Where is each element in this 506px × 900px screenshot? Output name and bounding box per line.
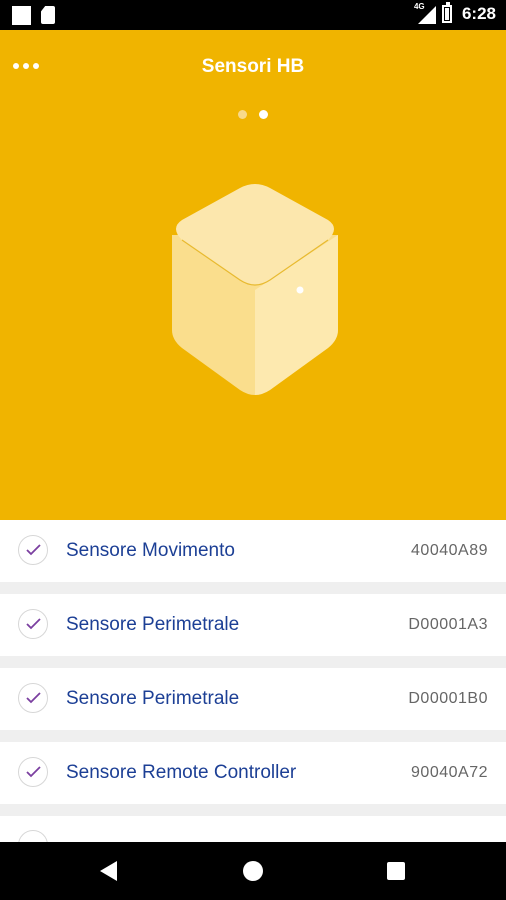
signal-icon: 4G xyxy=(414,2,436,24)
status-bar: 4G 6:28 xyxy=(0,0,506,30)
sensor-name: Sensore Movimento xyxy=(66,540,235,561)
list-item[interactable]: Sensore Perimetrale D00001A3 xyxy=(0,594,506,656)
sensor-name: Sensore Perimetrale xyxy=(66,614,240,635)
page-title: Sensori HB xyxy=(201,56,305,77)
page-dot[interactable] xyxy=(238,110,247,119)
sd-card-icon xyxy=(41,6,55,24)
sensor-name: Sensore Perimetrale xyxy=(66,688,240,709)
list-item[interactable]: Sensore Perimetrale D00001B0 xyxy=(0,668,506,730)
sensor-code: D00001A3 xyxy=(408,616,488,633)
navigation-bar xyxy=(0,842,506,900)
back-icon[interactable] xyxy=(100,861,117,881)
check-circle-icon[interactable] xyxy=(18,757,48,787)
check-circle-icon[interactable] xyxy=(18,609,48,639)
list-item[interactable]: Sensore Remote Controller 90040A72 xyxy=(0,742,506,804)
home-icon[interactable] xyxy=(243,861,263,881)
battery-icon xyxy=(441,2,452,23)
sensor-code: 90040A72 xyxy=(411,764,488,781)
page-dot-active[interactable] xyxy=(259,110,268,119)
sensor-name: Sensore Remote Controller xyxy=(66,762,297,783)
sensor-code: 40040A89 xyxy=(411,542,488,559)
check-circle-icon[interactable] xyxy=(18,683,48,713)
notification-icon xyxy=(12,6,31,25)
sensor-code: D00001B0 xyxy=(408,690,488,707)
list-item[interactable]: Sensore Movimento 40040A89 xyxy=(0,520,506,582)
sensor-list: Sensore Movimento 40040A89 Sensore Perim… xyxy=(0,520,506,860)
header: Sensori HB xyxy=(0,30,506,520)
page-indicator xyxy=(238,110,268,119)
check-circle-icon[interactable] xyxy=(18,535,48,565)
recent-apps-icon[interactable] xyxy=(387,862,405,880)
status-time: 6:28 xyxy=(461,4,496,23)
hub-device-illustration xyxy=(160,180,350,400)
